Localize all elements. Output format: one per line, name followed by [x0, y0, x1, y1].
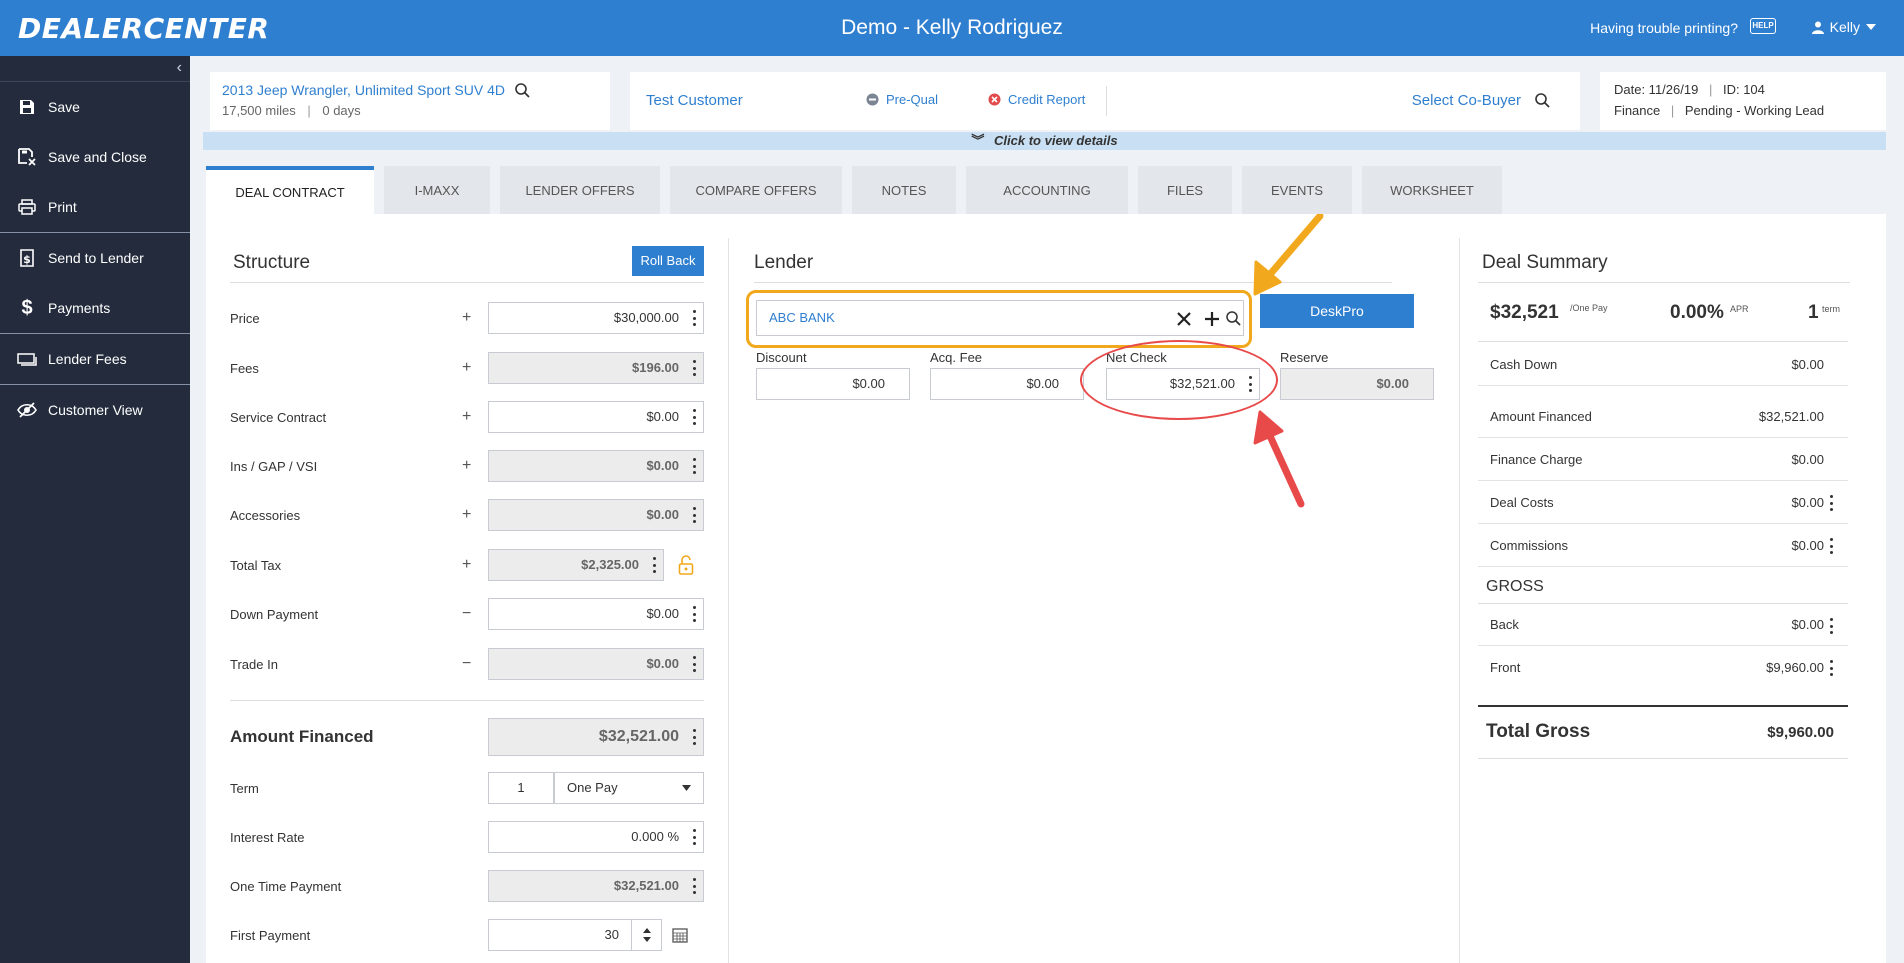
help-icon[interactable]: HELP [1750, 18, 1776, 34]
vehicle-miles: 17,500 miles [222, 103, 296, 118]
deal-date: Date: 11/26/19 [1614, 82, 1699, 97]
gross-title: GROSS [1486, 578, 1544, 595]
deal-id: ID: 104 [1722, 82, 1765, 97]
tab-worksheet[interactable]: WORKSHEET [1362, 166, 1502, 214]
user-name: Kelly [1829, 19, 1860, 35]
sidebar-item-save[interactable]: Save [0, 82, 190, 132]
summary-row-cash-down: Cash Down $0.00 [1478, 343, 1848, 386]
deal-department: Finance [1614, 103, 1661, 118]
double-chevron-down-icon: ︾ [971, 133, 985, 148]
sidebar-item-label: Save [48, 99, 80, 115]
deal-meta-card: Date: 11/26/19 | ID: 104 Finance | Pendi… [1600, 72, 1886, 130]
summary-row-deal-costs: Deal Costs $0.00 [1478, 481, 1848, 524]
total-gross-label: Total Gross [1486, 721, 1591, 742]
sidebar-item-print[interactable]: Print [0, 182, 190, 232]
dollar-icon: $ [21, 296, 33, 319]
sidebar-item-label: Save and Close [48, 149, 147, 165]
credit-report-link[interactable]: Credit Report [988, 92, 1085, 107]
money-icon [16, 348, 38, 370]
trouble-printing-link[interactable]: Having trouble printing? [1590, 20, 1738, 36]
eye-slash-icon [16, 399, 38, 421]
tab-bar: DEAL CONTRACT I-MAXX LENDER OFFERS COMPA… [206, 166, 1502, 214]
summary-apr: 0.00% [1670, 302, 1724, 323]
sidebar: ‹ Save Save and Close Print $ Send to Le… [0, 56, 190, 963]
summary-row-finance-charge: Finance Charge $0.00 [1478, 438, 1848, 481]
summary-row-commissions: Commissions $0.00 [1478, 524, 1848, 567]
printer-icon [16, 196, 38, 218]
svg-text:$: $ [23, 253, 31, 266]
vehicle-name-link[interactable]: 2013 Jeep Wrangler, Unlimited Sport SUV … [222, 82, 505, 98]
summary-row-back: Back $0.00 [1478, 603, 1848, 646]
caret-down-icon [1866, 24, 1876, 30]
more-options-icon[interactable] [1830, 495, 1834, 511]
select-co-buyer[interactable]: Select Co-Buyer [1412, 92, 1550, 109]
summary-apr-sub: APR [1730, 304, 1749, 314]
search-icon [1535, 93, 1550, 108]
sidebar-item-send-to-lender[interactable]: $ Send to Lender [0, 233, 190, 283]
save-close-icon [16, 146, 38, 168]
vehicle-card: 2013 Jeep Wrangler, Unlimited Sport SUV … [210, 72, 610, 130]
prequal-link[interactable]: Pre-Qual [866, 92, 938, 107]
tab-deal-contract[interactable]: DEAL CONTRACT [206, 166, 374, 214]
total-gross-value: $9,960.00 [1767, 724, 1834, 741]
deal-contract-panel: Structure Roll Back Price + $30,000.00 F… [206, 214, 1886, 963]
customer-card: Test Customer Pre-Qual Credit Report Sel… [630, 72, 1580, 130]
save-icon [16, 96, 38, 118]
summary-term-sub: term [1822, 304, 1840, 314]
tab-files[interactable]: FILES [1138, 166, 1232, 214]
sidebar-item-label: Payments [48, 300, 111, 316]
summary-row-front: Front $9,960.00 [1478, 646, 1848, 689]
collapse-sidebar-icon[interactable]: ‹ [0, 56, 190, 82]
view-details-bar[interactable]: ︾ Click to view details [203, 132, 1886, 150]
summary-payment: $32,521 [1490, 302, 1559, 323]
summary-row-amount-financed: Amount Financed $32,521.00 [1478, 395, 1848, 438]
search-icon[interactable] [515, 82, 530, 98]
user-icon [1811, 21, 1824, 34]
tab-accounting[interactable]: ACCOUNTING [966, 166, 1128, 214]
tab-lender-offers[interactable]: LENDER OFFERS [500, 166, 660, 214]
summary-payment-sub: /One Pay [1570, 303, 1608, 313]
deal-summary-title: Deal Summary [1482, 252, 1608, 273]
more-options-icon[interactable] [1830, 618, 1834, 634]
sidebar-item-label: Customer View [48, 402, 143, 418]
sidebar-item-payments[interactable]: $ Payments [0, 283, 190, 333]
sidebar-item-label: Lender Fees [48, 351, 127, 367]
bank-icon: $ [16, 247, 38, 269]
sidebar-item-label: Print [48, 199, 77, 215]
vehicle-days: 0 days [322, 103, 361, 118]
sidebar-item-customer-view[interactable]: Customer View [0, 385, 190, 435]
tab-events[interactable]: EVENTS [1242, 166, 1352, 214]
top-bar: DEALERCENTER Demo - Kelly Rodriguez Havi… [0, 0, 1904, 56]
sidebar-item-lender-fees[interactable]: Lender Fees [0, 334, 190, 384]
sidebar-item-save-and-close[interactable]: Save and Close [0, 132, 190, 182]
dealercenter-logo[interactable]: DEALERCENTER [18, 12, 269, 45]
prequal-icon [866, 93, 879, 106]
sidebar-item-label: Send to Lender [48, 250, 144, 266]
divider [1106, 86, 1107, 116]
tab-notes[interactable]: NOTES [852, 166, 956, 214]
tab-compare-offers[interactable]: COMPARE OFFERS [670, 166, 842, 214]
deal-status: Pending - Working Lead [1684, 103, 1825, 118]
user-menu[interactable]: Kelly [1811, 19, 1876, 35]
error-circle-icon [988, 93, 1001, 106]
more-options-icon[interactable] [1830, 660, 1834, 676]
customer-name-link[interactable]: Test Customer [646, 92, 743, 109]
orange-arrow [1262, 214, 1324, 283]
more-options-icon[interactable] [1830, 538, 1834, 554]
summary-headline: $32,521 /One Pay 0.00% APR 1 term [1478, 284, 1848, 342]
red-arrow [1266, 432, 1305, 508]
summary-term: 1 [1808, 302, 1819, 323]
tab-i-maxx[interactable]: I-MAXX [384, 166, 490, 214]
